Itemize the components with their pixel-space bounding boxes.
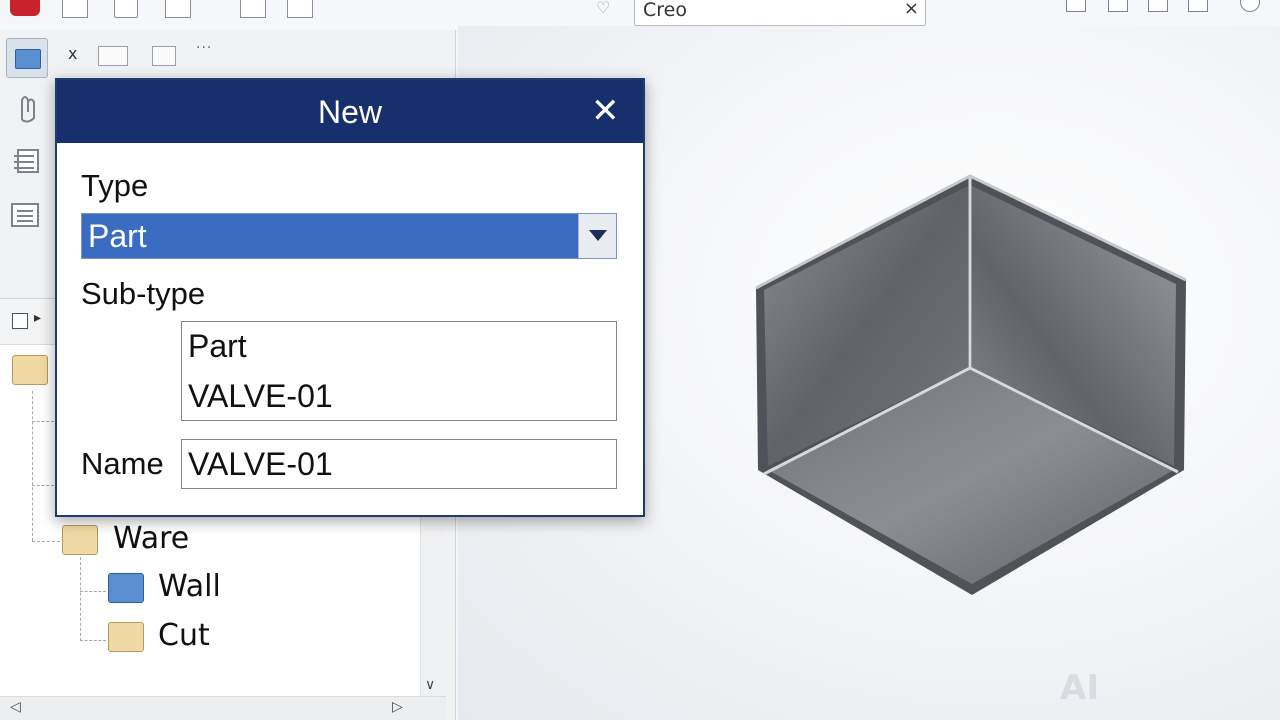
type-select[interactable]: Part xyxy=(81,213,617,259)
subtype-label: Sub-type xyxy=(81,276,206,311)
tree-expand-icon[interactable]: ▸ xyxy=(34,310,41,326)
view-layers-icon[interactable] xyxy=(1108,0,1128,12)
subtype-item[interactable]: VALVE-01 xyxy=(188,378,333,415)
close-icon[interactable]: x xyxy=(68,44,77,63)
open-icon[interactable] xyxy=(114,0,138,18)
layers-button[interactable] xyxy=(6,140,48,180)
list-icon xyxy=(11,203,39,227)
panel-tabs: x ··· xyxy=(60,40,440,70)
type-label: Type xyxy=(81,168,149,203)
window-icon[interactable] xyxy=(240,0,266,18)
folder-tan-icon[interactable] xyxy=(108,622,144,652)
grid-icon[interactable] xyxy=(62,0,88,18)
view-toolbar xyxy=(1060,0,1280,22)
scroll-down-icon[interactable]: ∨ xyxy=(425,677,435,693)
root-folder-icon[interactable] xyxy=(12,355,48,385)
watermark: AI xyxy=(1060,668,1099,708)
layers-icon xyxy=(14,149,39,173)
tree-item-label[interactable]: Wall xyxy=(158,569,221,604)
hand-icon xyxy=(21,96,35,123)
view-orient-icon[interactable] xyxy=(1240,0,1260,12)
more-icon[interactable]: ··· xyxy=(196,40,212,56)
part-3d-model[interactable] xyxy=(750,170,1190,600)
list-button[interactable] xyxy=(6,196,48,236)
app-logo-icon[interactable] xyxy=(10,0,40,16)
folder-tan-icon[interactable] xyxy=(62,525,98,555)
view-window-icon[interactable] xyxy=(1188,0,1208,12)
table-icon[interactable] xyxy=(287,0,313,18)
folder-icon xyxy=(15,49,41,69)
search-input[interactable]: Creo × xyxy=(634,0,926,26)
dialog-titlebar[interactable]: New ✕ xyxy=(57,80,643,143)
folder-browser-button[interactable] xyxy=(6,38,48,78)
panel-tab-window[interactable] xyxy=(98,46,128,66)
horizontal-scrollbar[interactable]: ◁ ▷ xyxy=(0,696,446,720)
new-dialog: New ✕ Type Part Sub-type Part VALVE-01 N… xyxy=(55,78,645,517)
scroll-right-icon[interactable]: ▷ xyxy=(392,699,403,715)
folder-blue-icon[interactable] xyxy=(108,573,144,603)
view-list-icon[interactable] xyxy=(1066,0,1086,12)
tree-item-label[interactable]: Ware xyxy=(113,521,189,556)
type-dropdown-button[interactable] xyxy=(578,214,616,258)
search-text: Creo xyxy=(643,0,687,21)
name-field[interactable]: VALVE-01 xyxy=(181,439,617,489)
document-icon[interactable] xyxy=(165,0,191,18)
type-selected-value: Part xyxy=(88,218,147,254)
hand-tool-button[interactable] xyxy=(6,88,48,128)
subtype-item[interactable]: Part xyxy=(188,328,247,365)
side-toolbar xyxy=(0,30,52,280)
scroll-left-icon[interactable]: ◁ xyxy=(10,699,21,715)
view-image-icon[interactable] xyxy=(1148,0,1168,12)
chevron-down-icon xyxy=(589,230,607,241)
dialog-title: New xyxy=(317,94,382,130)
name-label: Name xyxy=(81,446,164,481)
search-clear-icon[interactable]: × xyxy=(904,0,919,19)
favorite-icon[interactable]: ♡ xyxy=(596,0,610,17)
tree-item-label[interactable]: Cut xyxy=(158,618,210,653)
tree-checkbox[interactable] xyxy=(12,313,28,329)
name-value: VALVE-01 xyxy=(188,446,333,482)
close-icon[interactable]: ✕ xyxy=(591,94,620,128)
panel-tab-expand[interactable] xyxy=(152,46,176,66)
subtype-list[interactable]: Part VALVE-01 xyxy=(181,321,617,421)
